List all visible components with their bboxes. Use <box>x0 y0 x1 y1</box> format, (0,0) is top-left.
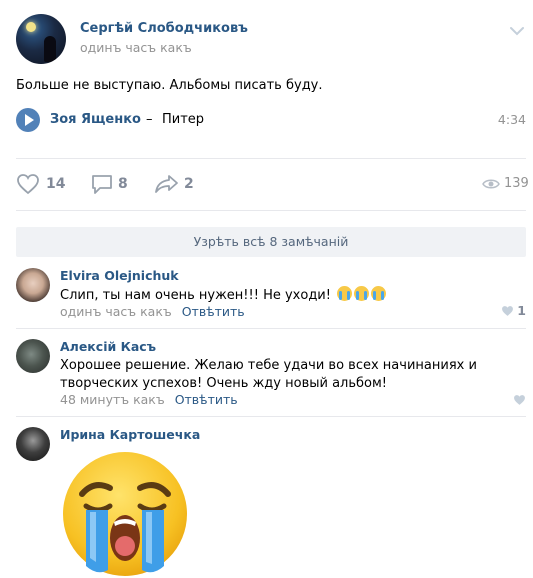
post-actions: 14 8 2 139 <box>16 170 529 200</box>
show-all-comments-button[interactable]: Узрѣть всѣ 8 замѣчаній <box>16 227 526 257</box>
commenter-name[interactable]: Elvira Olejnichuk <box>60 268 179 283</box>
divider <box>16 328 526 329</box>
crying-emoji-icon <box>337 286 353 301</box>
crying-emoji-icon <box>354 286 370 301</box>
comment-like-button[interactable]: 1 <box>501 303 526 318</box>
views-count: 139 <box>504 176 529 191</box>
avatar-star-decoration <box>26 22 36 32</box>
heart-icon <box>502 305 514 316</box>
audio-title: Питер <box>162 112 205 127</box>
heart-icon <box>17 174 39 195</box>
share-icon <box>155 175 178 193</box>
loudly-crying-emoji-icon <box>63 452 187 576</box>
like-count: 14 <box>46 176 66 192</box>
divider <box>16 210 526 211</box>
commenter-avatar[interactable] <box>16 268 50 302</box>
audio-duration: 4:34 <box>497 112 526 127</box>
commenter-avatar[interactable] <box>16 339 50 373</box>
eye-icon <box>482 179 500 189</box>
comment-time[interactable]: 48 минутъ какъ <box>60 392 165 407</box>
comment-like-button[interactable] <box>513 392 526 407</box>
post-text: Больше не выступаю. Альбомы писать буду. <box>16 78 323 93</box>
post-time[interactable]: одинъ часъ какъ <box>80 40 192 55</box>
comment-like-count: 1 <box>517 303 526 318</box>
audio-separator: – <box>146 112 153 127</box>
heart-icon <box>514 394 525 405</box>
commenter-name[interactable]: Ирина Картошечка <box>60 427 200 442</box>
share-count: 2 <box>184 176 194 192</box>
post-author-name[interactable]: Сергѣй Слободчиковъ <box>80 21 248 36</box>
author-avatar[interactable] <box>16 14 66 64</box>
comment-count: 8 <box>118 176 128 192</box>
comment-icon <box>92 175 112 194</box>
reply-button[interactable]: Отвѣтить <box>175 392 238 407</box>
comment-item: Алексiй Касъ Хорошее решение. Желаю тебе… <box>16 339 526 414</box>
comment-time[interactable]: одинъ часъ какъ <box>60 304 172 319</box>
commenter-name[interactable]: Алексiй Касъ <box>60 339 156 354</box>
crying-emoji-icon <box>371 286 387 301</box>
audio-attachment[interactable]: Зоя Ященко – Питер 4:34 <box>16 108 526 132</box>
comment-item: Elvira Olejnichuk Слип, ты нам очень нуж… <box>16 268 526 328</box>
commenter-avatar[interactable] <box>16 427 50 461</box>
divider <box>16 416 526 417</box>
like-button[interactable]: 14 <box>16 170 76 200</box>
play-icon[interactable] <box>16 108 40 132</box>
comment-meta: одинъ часъ какъ Отвѣтить <box>60 304 245 319</box>
divider <box>16 158 526 159</box>
comment-text: Слип, ты нам очень нужен!!! Не уходи! <box>60 286 520 305</box>
avatar-figure-decoration <box>44 36 56 62</box>
comment-meta: 48 минутъ какъ Отвѣтить <box>60 392 238 407</box>
audio-artist[interactable]: Зоя Ященко <box>50 112 141 127</box>
comment-button[interactable]: 8 <box>90 170 140 200</box>
chevron-down-icon[interactable] <box>510 26 524 36</box>
comment-text-content: Слип, ты нам очень нужен!!! Не уходи! <box>60 288 331 303</box>
comment-text: Хорошее решение. Желаю тебе удачи во все… <box>60 358 477 391</box>
views-counter: 139 <box>482 176 529 196</box>
share-button[interactable]: 2 <box>154 170 214 200</box>
reply-button[interactable]: Отвѣтить <box>182 304 245 319</box>
